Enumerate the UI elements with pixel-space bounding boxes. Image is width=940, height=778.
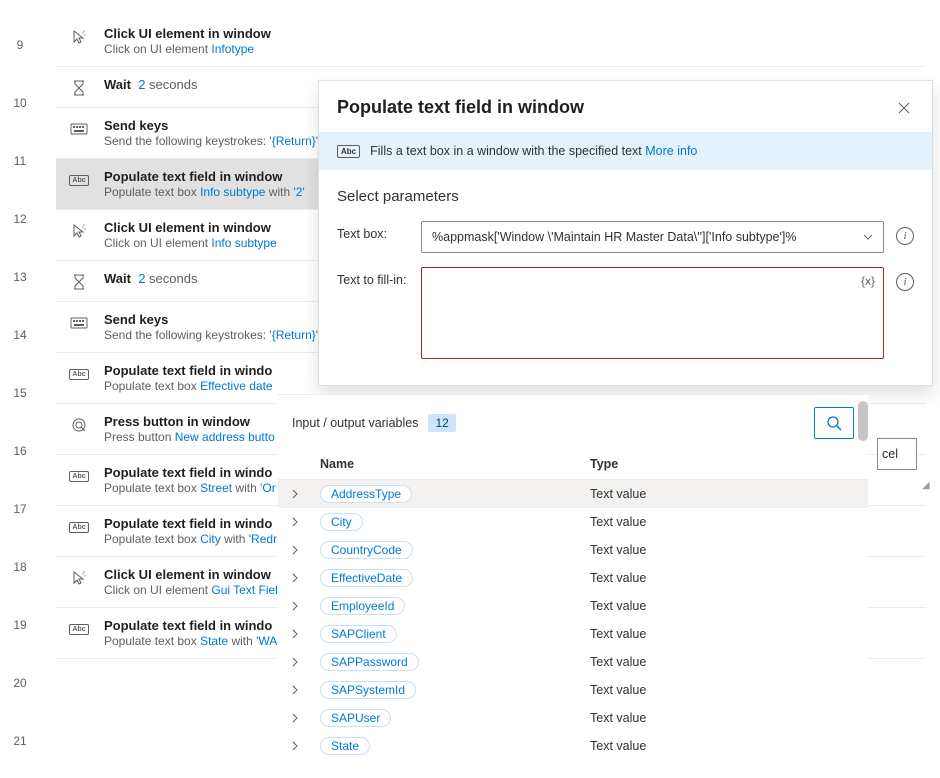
variable-pill[interactable]: City [320, 513, 363, 531]
variable-row[interactable]: State Text value [278, 732, 868, 760]
abc-icon: Abc [70, 518, 88, 536]
abc-icon: Abc [70, 620, 88, 638]
cancel-button[interactable]: cel [877, 438, 917, 470]
variable-row[interactable]: CountryCode Text value [278, 536, 868, 564]
close-icon[interactable] [894, 98, 914, 118]
dialog-infobar: Abc Fills a text box in a window with th… [319, 132, 932, 170]
chevron-right-icon[interactable] [292, 713, 320, 723]
wait-icon [70, 79, 88, 97]
variables-list: AddressTypeText valueCityText valueCount… [278, 480, 868, 760]
chevron-right-icon[interactable] [292, 489, 320, 499]
textbox-selector-combo[interactable]: %appmask['Window \'Maintain HR Master Da… [421, 221, 884, 253]
abc-icon: Abc [70, 171, 88, 189]
abc-icon: Abc [70, 365, 88, 383]
step-number: 15 [0, 364, 40, 422]
variable-type: Text value [590, 599, 854, 613]
variable-pill[interactable]: State [320, 737, 370, 755]
variable-row[interactable]: SAPUser Text value [278, 704, 868, 732]
step-number: 10 [0, 74, 40, 132]
select-parameters-heading: Select parameters [337, 188, 914, 205]
chevron-right-icon[interactable] [292, 517, 320, 527]
cursor-icon [70, 222, 88, 240]
step-number: 13 [0, 248, 40, 306]
step-number: 19 [0, 596, 40, 654]
step-number: 20 [0, 654, 40, 712]
variable-type: Text value [590, 739, 854, 753]
cursor-icon [70, 28, 88, 46]
abc-icon: Abc [337, 145, 360, 158]
step-number: 11 [0, 132, 40, 190]
action-title: Click UI element in window [104, 26, 912, 41]
variable-type: Text value [590, 487, 854, 501]
chevron-right-icon[interactable] [292, 657, 320, 667]
chevron-right-icon[interactable] [292, 573, 320, 583]
chevron-right-icon[interactable] [292, 601, 320, 611]
chevron-right-icon[interactable] [292, 741, 320, 751]
cursor-icon [70, 569, 88, 587]
variable-type: Text value [590, 571, 854, 585]
step-number: 17 [0, 480, 40, 538]
variable-pill[interactable]: SAPClient [320, 625, 397, 643]
variable-picker-icon[interactable]: {x} [861, 274, 875, 288]
variables-table-header: Name Type [278, 449, 868, 480]
variable-pill[interactable]: SAPSystemId [320, 681, 416, 699]
variable-pill[interactable]: EmployeeId [320, 597, 405, 615]
variable-row[interactable]: SAPClient Text value [278, 620, 868, 648]
populate-text-field-dialog: Populate text field in window Abc Fills … [318, 80, 933, 386]
search-button[interactable] [814, 407, 854, 439]
variable-row[interactable]: EmployeeId Text value [278, 592, 868, 620]
variables-panel: Input / output variables 12 Name Type Ad… [278, 394, 868, 760]
action-subtitle: Click on UI element Infotype [104, 42, 912, 56]
variables-count-badge: 12 [428, 414, 455, 432]
variable-pill[interactable]: CountryCode [320, 541, 413, 559]
text-to-fill-input[interactable]: {x} [421, 267, 884, 359]
action-row[interactable]: Click UI element in windowClick on UI el… [56, 16, 926, 67]
step-number: 21 [0, 712, 40, 770]
variable-row[interactable]: SAPPassword Text value [278, 648, 868, 676]
variable-type: Text value [590, 683, 854, 697]
step-number: 14 [0, 306, 40, 364]
step-number: 12 [0, 190, 40, 248]
text-to-fill-label: Text to fill-in: [337, 267, 409, 287]
variable-type: Text value [590, 655, 854, 669]
abc-icon: Abc [70, 467, 88, 485]
variable-pill[interactable]: SAPUser [320, 709, 391, 727]
step-number: 18 [0, 538, 40, 596]
textbox-label: Text box: [337, 221, 409, 241]
variable-type: Text value [590, 515, 854, 529]
textbox-selector-value: %appmask['Window \'Maintain HR Master Da… [432, 230, 796, 244]
variable-pill[interactable]: EffectiveDate [320, 569, 413, 587]
variable-row[interactable]: EffectiveDate Text value [278, 564, 868, 592]
keys-icon [70, 314, 88, 332]
dialog-title: Populate text field in window [337, 97, 584, 118]
chevron-right-icon[interactable] [292, 545, 320, 555]
variable-pill[interactable]: AddressType [320, 485, 412, 503]
variable-type: Text value [590, 711, 854, 725]
info-icon[interactable]: i [896, 227, 914, 245]
variable-type: Text value [590, 627, 854, 641]
variable-pill[interactable]: SAPPassword [320, 653, 419, 671]
step-number: 16 [0, 422, 40, 480]
variable-type: Text value [590, 543, 854, 557]
step-number: 9 [0, 16, 40, 74]
chevron-right-icon[interactable] [292, 685, 320, 695]
infobar-text: Fills a text box in a window with the sp… [370, 144, 645, 158]
variable-row[interactable]: AddressType Text value [278, 480, 868, 508]
variables-panel-title: Input / output variables [292, 416, 418, 430]
column-name-header[interactable]: Name [320, 457, 590, 471]
info-icon[interactable]: i [896, 273, 914, 291]
scrollbar[interactable] [858, 401, 868, 441]
resize-grip-icon[interactable]: ◢ [922, 480, 930, 491]
variable-row[interactable]: City Text value [278, 508, 868, 536]
more-info-link[interactable]: More info [645, 144, 697, 158]
chevron-right-icon[interactable] [292, 629, 320, 639]
press-icon [70, 416, 88, 434]
chevron-down-icon [863, 234, 873, 240]
column-type-header[interactable]: Type [590, 457, 854, 471]
keys-icon [70, 120, 88, 138]
step-number-gutter: 9 10 11 12 13 14 15 16 17 18 19 20 21 [0, 0, 40, 778]
variable-row[interactable]: SAPSystemId Text value [278, 676, 868, 704]
wait-icon [70, 273, 88, 291]
